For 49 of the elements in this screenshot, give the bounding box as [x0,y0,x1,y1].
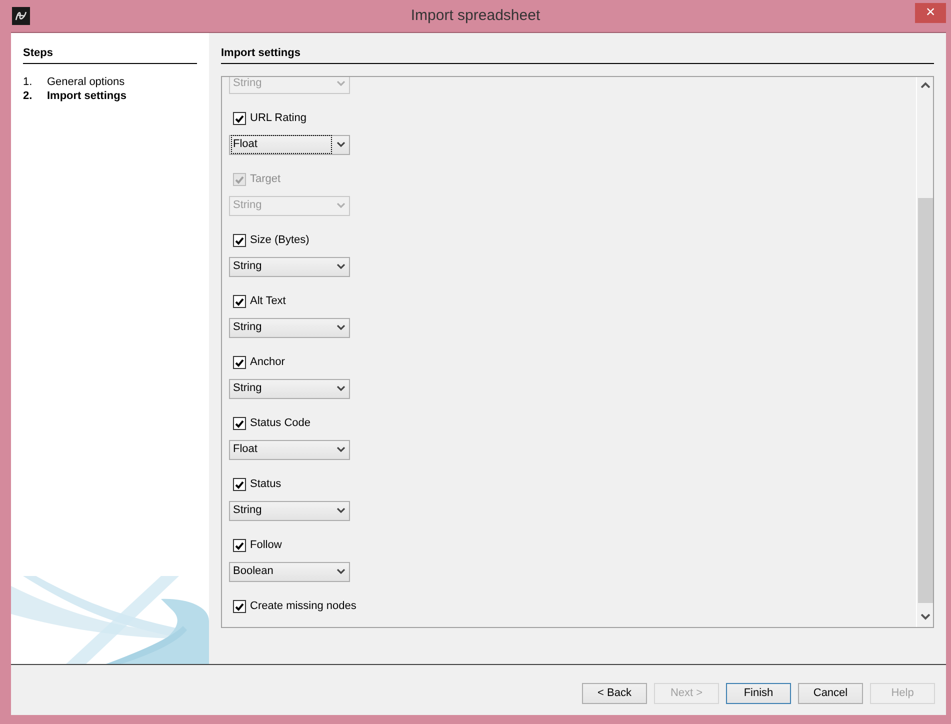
checkbox[interactable] [233,478,246,491]
type-dropdown[interactable]: Boolean [229,562,350,582]
dialog-button[interactable]: Cancel [798,682,863,704]
checkbox-label: Anchor [250,355,285,370]
checkbox-label: Size (Bytes) [250,233,310,248]
caret-icon [337,447,345,452]
scroll-down-icon[interactable] [920,614,930,620]
scroll-up-icon[interactable] [920,82,930,88]
checkbox-label: Follow [250,538,282,554]
caret-icon [337,203,345,208]
type-dropdown[interactable]: String [229,318,350,338]
checkbox[interactable] [233,234,246,247]
caret-icon [337,142,345,147]
step-label: Import settings [47,88,126,102]
checkbox-label: URL Rating [250,111,306,126]
checkbox[interactable] [233,356,246,369]
steps-heading: Steps [23,45,197,64]
dialog-button[interactable]: Finish [726,682,791,704]
checkbox-label: Target [250,172,281,188]
type-dropdown[interactable]: String [229,256,350,276]
caret-icon [337,264,345,269]
checkbox[interactable] [233,295,246,308]
scroll-thumb[interactable] [918,198,932,602]
type-dropdown[interactable]: String [229,378,350,398]
checkbox[interactable] [233,600,246,613]
checkbox-label: Status Code [250,416,311,432]
checkbox[interactable] [233,417,246,430]
dialog-button[interactable]: < Back [582,682,647,704]
settings-heading: Import settings [221,45,934,64]
type-dropdown[interactable]: Float [229,134,350,154]
checkbox[interactable] [233,539,246,552]
step-number: 1. [23,74,34,88]
type-dropdown[interactable]: String [229,500,350,520]
step-number: 2. [23,88,34,102]
checkbox-label: Status [250,477,282,492]
checkbox-label: Create missing nodes [250,599,356,614]
scrollbar[interactable] [916,76,933,626]
type-dropdown[interactable]: Float [229,440,350,460]
checkbox-label: Alt Text [250,294,286,310]
caret-icon [337,386,345,391]
checkbox[interactable] [233,112,246,125]
step-label: General options [47,74,125,88]
close-button[interactable]: × [915,3,946,23]
caret-icon [337,569,345,574]
caret-icon [337,508,345,513]
window-title: Import spreadsheet [410,6,540,26]
caret-icon [337,325,345,330]
caret-icon [337,81,345,86]
app-icon [12,7,30,25]
